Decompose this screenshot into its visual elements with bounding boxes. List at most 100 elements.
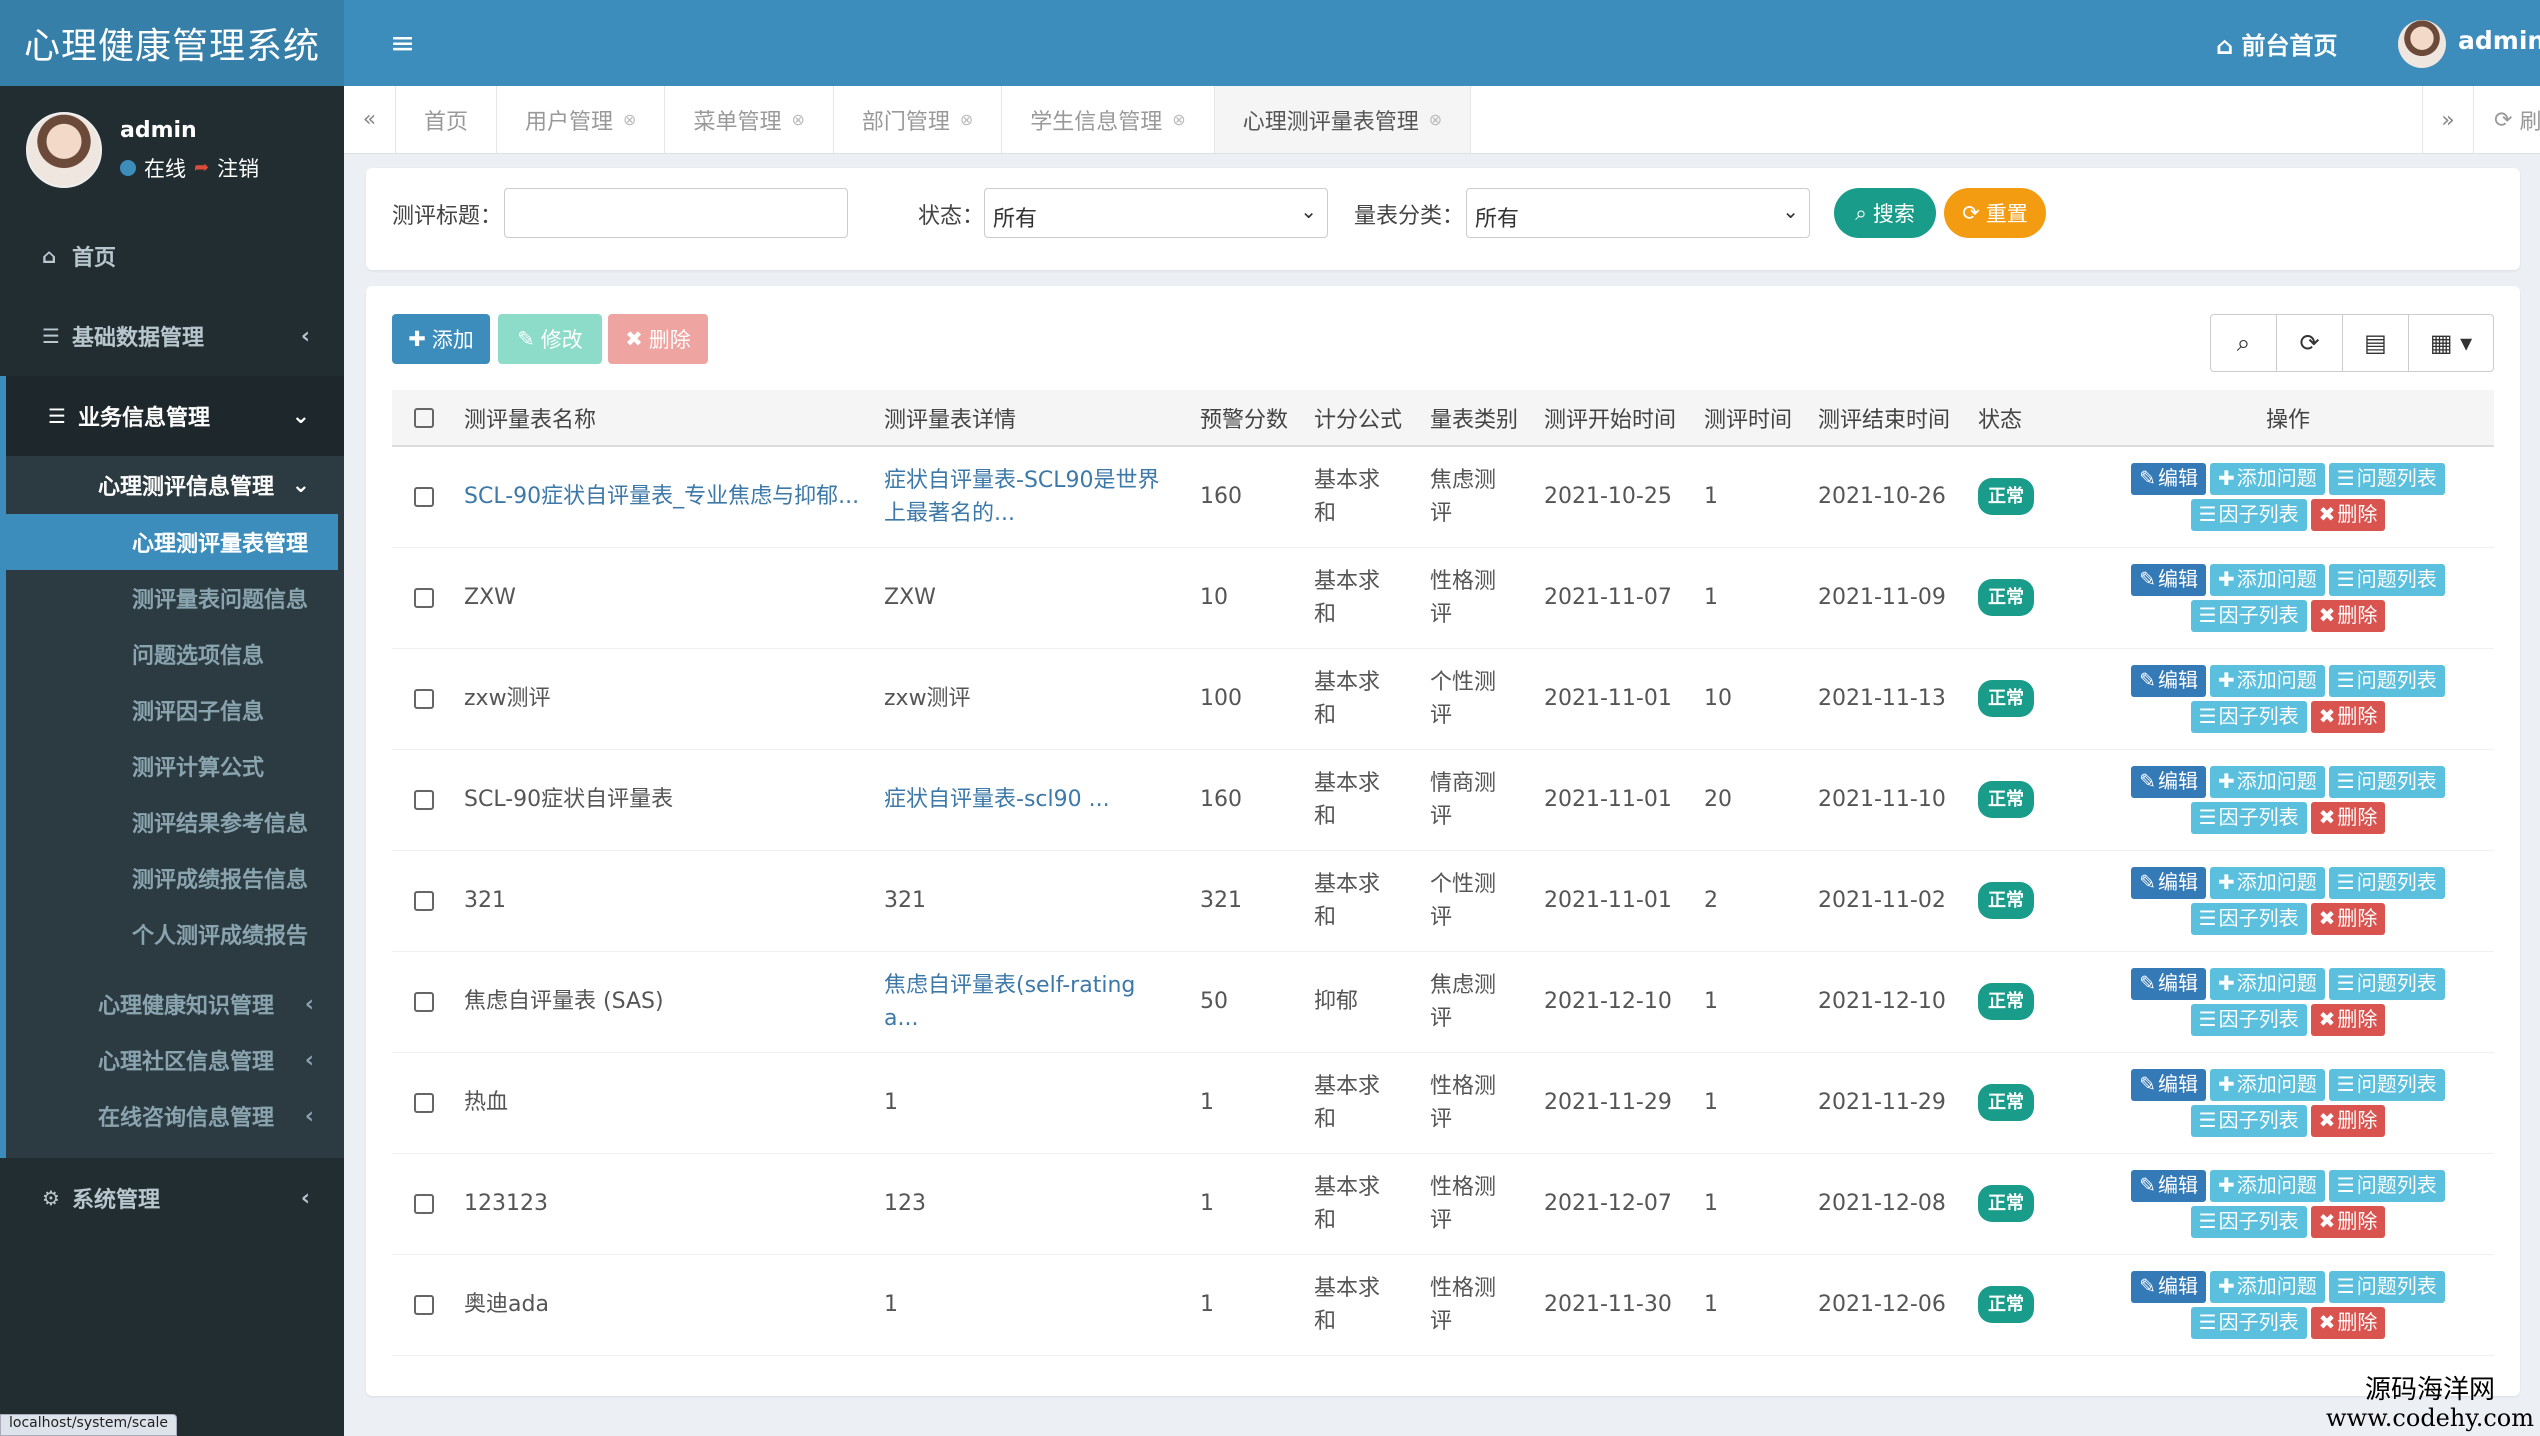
- edit-row-button[interactable]: ✎ 编辑: [2131, 1270, 2207, 1303]
- search-button[interactable]: ⌕ 搜索: [1834, 188, 1936, 238]
- add-question-button[interactable]: ✚ 添加问题: [2210, 765, 2325, 798]
- factor-list-button[interactable]: ☰ 因子列表: [2190, 498, 2307, 531]
- sidebar-item-knowledge[interactable]: 心理健康知识管理 ‹: [6, 976, 344, 1032]
- col-header[interactable]: 量表类别: [1422, 390, 1536, 447]
- add-question-button[interactable]: ✚ 添加问题: [2210, 1169, 2325, 1202]
- edit-row-button[interactable]: ✎ 编辑: [2131, 866, 2207, 899]
- factor-list-button[interactable]: ☰ 因子列表: [2190, 801, 2307, 834]
- sidebar-item-scale-questions[interactable]: 测评量表问题信息: [6, 570, 344, 626]
- question-list-button[interactable]: ☰ 问题列表: [2328, 563, 2445, 596]
- columns-icon[interactable]: ▦ ▾: [2409, 315, 2493, 371]
- edit-row-button[interactable]: ✎ 编辑: [2131, 967, 2207, 1000]
- table-row[interactable]: ZXW ZXW 10 基本求和 性格测评 2021-11-07 1 2021-11-09 正常 ✎…: [392, 547, 2494, 649]
- category-select[interactable]: 所有 ⌄: [1466, 188, 1810, 238]
- delete-button[interactable]: ✖ 删除: [608, 314, 708, 364]
- table-row[interactable]: 焦虑自评量表 (SAS) 焦虑自评量表(self-rating a... 50 抑郁 焦…: [392, 951, 2494, 1053]
- delete-row-button[interactable]: ✖ 删除: [2310, 801, 2386, 834]
- row-checkbox[interactable]: [414, 1194, 434, 1214]
- title-input[interactable]: [504, 188, 848, 238]
- sidebar-item-eval-factors[interactable]: 测评因子信息: [6, 682, 344, 738]
- tab-departments[interactable]: 部门管理 ⊗: [834, 86, 1003, 153]
- factor-list-button[interactable]: ☰ 因子列表: [2190, 1003, 2307, 1036]
- sidebar-item-home[interactable]: ⌂ 首页: [0, 216, 344, 296]
- sidebar-item-consult[interactable]: 在线咨询信息管理 ‹: [6, 1088, 344, 1144]
- tab-home[interactable]: 首页: [396, 86, 498, 153]
- delete-row-button[interactable]: ✖ 删除: [2310, 1003, 2386, 1036]
- question-list-button[interactable]: ☰ 问题列表: [2328, 765, 2445, 798]
- delete-row-button[interactable]: ✖ 删除: [2310, 1104, 2386, 1137]
- add-question-button[interactable]: ✚ 添加问题: [2210, 1270, 2325, 1303]
- status-select[interactable]: 所有 ⌄: [984, 188, 1328, 238]
- close-icon[interactable]: ⊗: [791, 110, 804, 129]
- edit-row-button[interactable]: ✎ 编辑: [2131, 462, 2207, 495]
- close-icon[interactable]: ⊗: [1172, 110, 1185, 129]
- col-header[interactable]: 测评量表名称: [456, 390, 876, 447]
- delete-row-button[interactable]: ✖ 删除: [2310, 1205, 2386, 1238]
- tab-scales[interactable]: 心理测评量表管理 ⊗: [1214, 86, 1472, 153]
- sidebar-item-result-reference[interactable]: 测评结果参考信息: [6, 794, 344, 850]
- card-view-icon[interactable]: ▤: [2343, 315, 2409, 371]
- tabs-scroll-right-icon[interactable]: »: [2422, 86, 2474, 154]
- add-question-button[interactable]: ✚ 添加问题: [2210, 462, 2325, 495]
- table-row[interactable]: SCL-90症状自评量表 症状自评量表-scl90 ... 160 基本求和 情商测评 2…: [392, 749, 2494, 851]
- col-header[interactable]: 测评时间: [1696, 390, 1810, 447]
- sidebar-item-personal-report[interactable]: 个人测评成绩报告: [6, 906, 344, 962]
- close-icon[interactable]: ⊗: [960, 110, 973, 129]
- table-row[interactable]: zxw测评 zxw测评 100 基本求和 个性测评 2021-11-01 10 2021-11…: [392, 648, 2494, 750]
- question-list-button[interactable]: ☰ 问题列表: [2328, 1169, 2445, 1202]
- row-checkbox[interactable]: [414, 487, 434, 508]
- tab-menus[interactable]: 菜单管理 ⊗: [665, 86, 834, 153]
- add-question-button[interactable]: ✚ 添加问题: [2210, 967, 2325, 1000]
- sidebar-item-community[interactable]: 心理社区信息管理 ‹: [6, 1032, 344, 1088]
- col-header[interactable]: 测评量表详情: [876, 390, 1192, 447]
- row-checkbox[interactable]: [414, 1295, 434, 1315]
- factor-list-button[interactable]: ☰ 因子列表: [2190, 1205, 2307, 1238]
- scale-detail[interactable]: 焦虑自评量表(self-rating a...: [884, 969, 1164, 1035]
- sidebar-item-system[interactable]: ⚙ 系统管理 ‹: [0, 1158, 344, 1238]
- header-avatar[interactable]: [2398, 20, 2446, 68]
- factor-list-button[interactable]: ☰ 因子列表: [2190, 1104, 2307, 1137]
- edit-row-button[interactable]: ✎ 编辑: [2131, 765, 2207, 798]
- sidebar-item-business[interactable]: ☰ 业务信息管理 ⌄: [0, 376, 344, 456]
- edit-row-button[interactable]: ✎ 编辑: [2131, 1169, 2207, 1202]
- edit-button[interactable]: ✎ 修改: [498, 314, 602, 364]
- row-checkbox[interactable]: [414, 891, 434, 911]
- edit-row-button[interactable]: ✎ 编辑: [2131, 563, 2207, 596]
- add-question-button[interactable]: ✚ 添加问题: [2210, 866, 2325, 899]
- add-button[interactable]: ✚ 添加: [392, 314, 490, 364]
- delete-row-button[interactable]: ✖ 删除: [2310, 498, 2386, 531]
- edit-row-button[interactable]: ✎ 编辑: [2131, 664, 2207, 697]
- search-toggle-icon[interactable]: ⌕: [2211, 315, 2277, 371]
- table-row[interactable]: 奥迪ada 1 1 基本求和 性格测评 2021-11-30 1 2021-12-06 正常 ✎ 编…: [392, 1254, 2494, 1356]
- question-list-button[interactable]: ☰ 问题列表: [2328, 866, 2445, 899]
- factor-list-button[interactable]: ☰ 因子列表: [2190, 599, 2307, 632]
- delete-row-button[interactable]: ✖ 删除: [2310, 1306, 2386, 1339]
- table-row[interactable]: 123123 123 1 基本求和 性格测评 2021-12-07 1 2021-12-08 正…: [392, 1153, 2494, 1255]
- add-question-button[interactable]: ✚ 添加问题: [2210, 563, 2325, 596]
- refresh-icon[interactable]: ⟳: [2277, 315, 2343, 371]
- col-header[interactable]: 计分公式: [1306, 390, 1422, 447]
- delete-row-button[interactable]: ✖ 删除: [2310, 599, 2386, 632]
- table-row[interactable]: 321 321 321 基本求和 个性测评 2021-11-01 2 2021-11-02 正常…: [392, 850, 2494, 952]
- table-row[interactable]: SCL-90症状自评量表_专业焦虑与抑郁... 症状自评量表-SCL90是世界上最…: [392, 446, 2494, 548]
- sidebar-item-score-report[interactable]: 测评成绩报告信息: [6, 850, 344, 906]
- select-all-checkbox[interactable]: [414, 408, 434, 428]
- logout-icon[interactable]: ➦: [194, 157, 209, 178]
- close-icon[interactable]: ⊗: [623, 110, 636, 129]
- question-list-button[interactable]: ☰ 问题列表: [2328, 462, 2445, 495]
- col-header[interactable]: 测评结束时间: [1810, 390, 1970, 447]
- sidebar-item-question-options[interactable]: 问题选项信息: [6, 626, 344, 682]
- question-list-button[interactable]: ☰ 问题列表: [2328, 967, 2445, 1000]
- question-list-button[interactable]: ☰ 问题列表: [2328, 1068, 2445, 1101]
- sidebar-item-basic[interactable]: ☰ 基础数据管理 ‹: [0, 296, 344, 376]
- add-question-button[interactable]: ✚ 添加问题: [2210, 1068, 2325, 1101]
- scale-detail[interactable]: 症状自评量表-SCL90是世界上最著名的...: [884, 464, 1164, 530]
- add-question-button[interactable]: ✚ 添加问题: [2210, 664, 2325, 697]
- row-checkbox[interactable]: [414, 992, 434, 1012]
- col-header[interactable]: 测评开始时间: [1536, 390, 1696, 447]
- menu-toggle-icon[interactable]: ≡: [390, 26, 415, 61]
- row-checkbox[interactable]: [414, 1093, 434, 1113]
- row-checkbox[interactable]: [414, 588, 434, 608]
- edit-row-button[interactable]: ✎ 编辑: [2131, 1068, 2207, 1101]
- scale-name[interactable]: SCL-90症状自评量表_专业焦虑与抑郁...: [464, 480, 864, 513]
